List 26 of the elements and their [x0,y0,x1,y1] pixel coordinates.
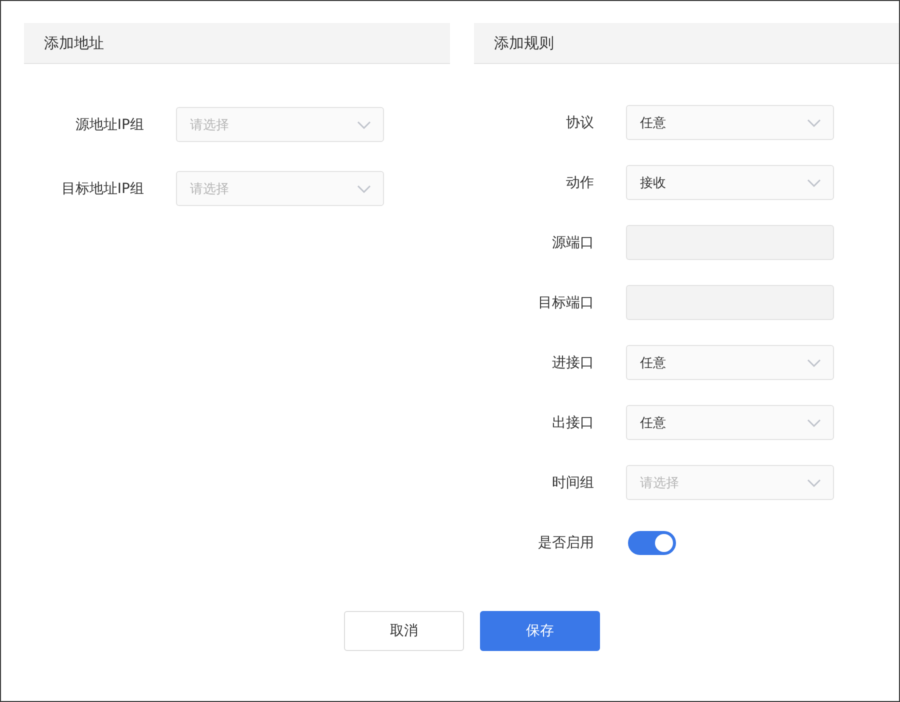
field-label: 出接口 [551,414,594,432]
toggle-switch[interactable] [628,530,676,554]
select-dropdown[interactable]: 任意 [626,405,834,440]
chevron-down-icon [357,120,371,128]
chevron-down-icon [807,478,821,486]
field-label: 动作 [565,174,594,192]
field-label: 源端口 [551,234,594,252]
panel-title: 添加地址 [44,34,104,52]
field-label: 时间组 [551,474,594,492]
field-label: 目标地址IP组 [60,180,144,198]
field-label: 进接口 [551,354,594,372]
select-dropdown[interactable]: 任意 [626,345,834,380]
chevron-down-icon [357,184,371,192]
cancel-button[interactable]: 取消 [344,611,464,651]
select-dropdown[interactable]: 任意 [626,105,834,140]
chevron-down-icon [807,358,821,366]
chevron-down-icon [807,118,821,126]
panel-title: 添加规则 [494,34,554,52]
select-dropdown[interactable]: 接收 [626,165,834,200]
field-label: 协议 [565,114,594,132]
field-label: 目标端口 [537,294,594,312]
save-button[interactable]: 保存 [480,611,600,651]
field-label: 是否启用 [537,534,594,552]
chevron-down-icon [807,418,821,426]
chevron-down-icon [807,178,821,186]
field-label: 源地址IP组 [74,116,144,134]
